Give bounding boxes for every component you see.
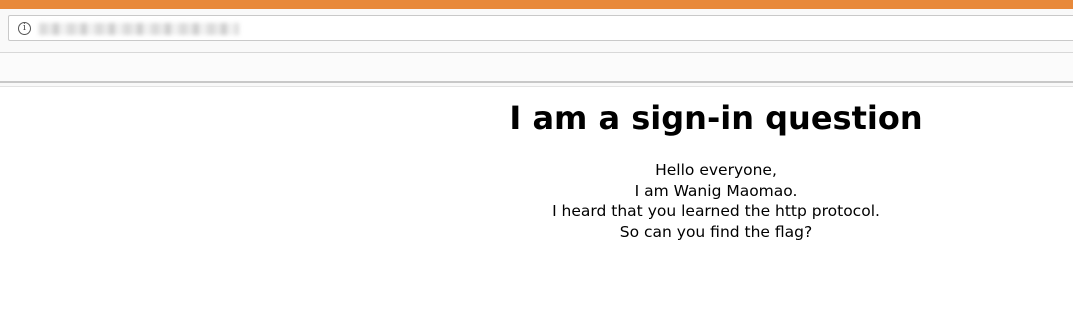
message-line: I heard that you learned the http protoc… [552, 202, 880, 220]
page-title: I am a sign-in question [509, 99, 923, 137]
message-line: So can you find the flag? [619, 222, 813, 241]
page-content: I am a sign-in question Hello everyone, … [0, 87, 1073, 314]
message-line: I am Wanig Maomao. [634, 181, 798, 200]
window-accent-bar [0, 0, 1073, 9]
browser-toolbar: i [0, 9, 1073, 87]
info-icon[interactable]: i [18, 22, 31, 35]
bookmarks-bar [0, 53, 1073, 81]
message-block: Hello everyone, I am Wanig Maomao. I hea… [430, 160, 1002, 242]
address-bar[interactable]: i [8, 15, 1073, 41]
toolbar-divider [0, 81, 1073, 83]
message-line: Hello everyone, [655, 161, 777, 179]
blurred-url [39, 23, 239, 35]
